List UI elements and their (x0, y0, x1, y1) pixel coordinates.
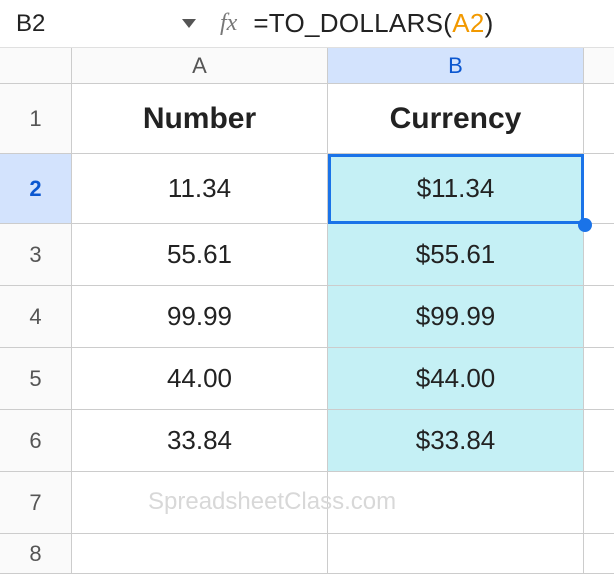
fill-handle[interactable] (578, 218, 592, 232)
row-header-2[interactable]: 2 (0, 154, 72, 224)
name-box[interactable]: B2 (16, 10, 156, 38)
chevron-down-icon[interactable] (182, 19, 196, 28)
column-header-b[interactable]: B (328, 48, 584, 84)
row-header-4[interactable]: 4 (0, 286, 72, 348)
cell-extra-8[interactable] (584, 534, 614, 574)
row-header-3[interactable]: 3 (0, 224, 72, 286)
name-box-group[interactable]: B2 (16, 10, 196, 38)
cell-b5[interactable]: $44.00 (328, 348, 584, 410)
row-header-5[interactable]: 5 (0, 348, 72, 410)
cell-a8[interactable] (72, 534, 328, 574)
formula-input[interactable]: =TO_DOLLARS(A2) (253, 8, 493, 39)
cell-a6[interactable]: 33.84 (72, 410, 328, 472)
cell-a2[interactable]: 11.34 (72, 154, 328, 224)
cell-b3[interactable]: $55.61 (328, 224, 584, 286)
cell-extra-6[interactable] (584, 410, 614, 472)
fx-icon: fx (220, 10, 237, 37)
cell-extra-5[interactable] (584, 348, 614, 410)
row-header-1[interactable]: 1 (0, 84, 72, 154)
row-header-7[interactable]: 7 (0, 472, 72, 534)
column-header-extra[interactable] (584, 48, 614, 84)
formula-ref: A2 (452, 8, 484, 38)
cell-extra-3[interactable] (584, 224, 614, 286)
formula-bar-row: B2 fx =TO_DOLLARS(A2) (0, 0, 614, 48)
cell-b2[interactable]: $11.34 (328, 154, 584, 224)
spreadsheet-grid[interactable]: A B 1 Number Currency 2 11.34 $11.34 3 5… (0, 48, 614, 574)
cell-b1[interactable]: Currency (328, 84, 584, 154)
cell-a4[interactable]: 99.99 (72, 286, 328, 348)
column-header-a[interactable]: A (72, 48, 328, 84)
cell-a3[interactable]: 55.61 (72, 224, 328, 286)
cell-b7[interactable] (328, 472, 584, 534)
formula-suffix: ) (485, 8, 494, 38)
cell-extra-1[interactable] (584, 84, 614, 154)
cell-b4[interactable]: $99.99 (328, 286, 584, 348)
cell-a1[interactable]: Number (72, 84, 328, 154)
cell-b6[interactable]: $33.84 (328, 410, 584, 472)
row-header-8[interactable]: 8 (0, 534, 72, 574)
select-all-corner[interactable] (0, 48, 72, 84)
formula-bar[interactable]: fx =TO_DOLLARS(A2) (220, 8, 598, 39)
cell-extra-2[interactable] (584, 154, 614, 224)
cell-extra-7[interactable] (584, 472, 614, 534)
row-header-6[interactable]: 6 (0, 410, 72, 472)
formula-prefix: =TO_DOLLARS( (253, 8, 452, 38)
cell-a5[interactable]: 44.00 (72, 348, 328, 410)
cell-b8[interactable] (328, 534, 584, 574)
cell-a7[interactable] (72, 472, 328, 534)
cell-extra-4[interactable] (584, 286, 614, 348)
